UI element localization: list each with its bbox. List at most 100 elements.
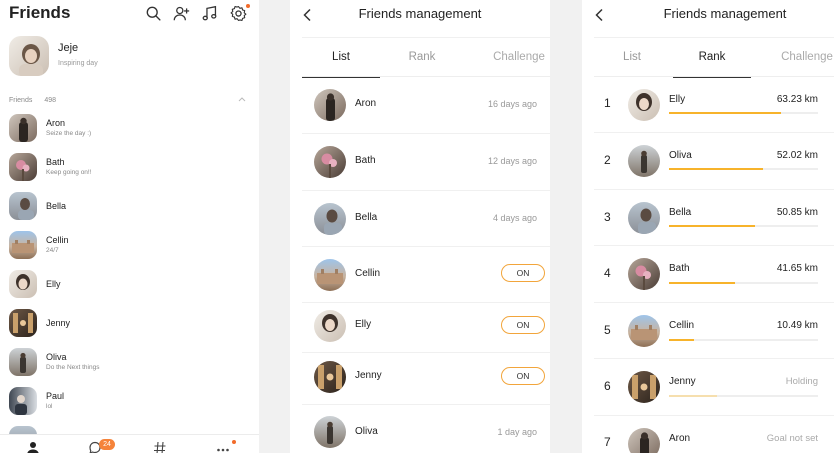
avatar bbox=[9, 426, 37, 434]
back-icon[interactable] bbox=[302, 8, 312, 22]
chat-badge: 24 bbox=[99, 439, 115, 450]
back-icon[interactable] bbox=[594, 8, 604, 22]
avatar bbox=[314, 259, 346, 291]
list-row-bath[interactable]: Bath 12 days ago bbox=[302, 134, 550, 191]
tab-list[interactable]: List bbox=[594, 38, 670, 78]
rank-row[interactable]: 6 Jenny Holding bbox=[594, 359, 834, 416]
avatar bbox=[628, 315, 660, 347]
management-header: Friends management bbox=[582, 0, 834, 30]
friend-row-oliva[interactable]: Oliva Do the Next things bbox=[9, 348, 249, 378]
progress-bar bbox=[669, 112, 818, 114]
rank-row[interactable]: 3 Bella 50.85 km bbox=[594, 190, 834, 246]
distance: 10.49 km bbox=[776, 320, 818, 331]
distance: 50.85 km bbox=[776, 207, 818, 218]
friend-status: Do the Next things bbox=[46, 364, 100, 371]
friend-name: Bath bbox=[355, 155, 376, 166]
tab-rank[interactable]: Rank bbox=[673, 38, 751, 78]
friends-management-rank-screen: Friends management List Rank Challenge 1… bbox=[582, 0, 834, 453]
settings-icon[interactable] bbox=[230, 5, 247, 22]
person-icon[interactable] bbox=[26, 441, 40, 453]
my-profile-row[interactable]: Jeje Inspiring day bbox=[9, 36, 249, 76]
segment-tabs: List Rank Challenge bbox=[594, 37, 834, 78]
page-title: Friends bbox=[9, 3, 71, 22]
list-row-bella[interactable]: Bella 4 days ago bbox=[302, 191, 550, 247]
friend-name: Jenny bbox=[355, 370, 382, 381]
friend-name: Bath bbox=[669, 263, 690, 274]
section-label: Friends bbox=[9, 97, 33, 104]
friend-row-paul[interactable]: Paul lol bbox=[9, 387, 249, 417]
chevron-up-icon[interactable] bbox=[238, 96, 246, 102]
progress-fill bbox=[669, 339, 695, 341]
search-icon[interactable] bbox=[145, 5, 162, 22]
avatar bbox=[9, 387, 37, 415]
rank-row[interactable]: 5 Cellin 10.49 km bbox=[594, 303, 834, 359]
friends-management-list-screen: Friends management List Rank Challenge A… bbox=[290, 0, 550, 453]
avatar bbox=[628, 89, 660, 121]
friend-name: Elly bbox=[669, 94, 686, 105]
hashtag-icon[interactable] bbox=[153, 441, 167, 453]
friend-name: Cellin bbox=[355, 268, 381, 279]
friend-status: Seize the day :) bbox=[46, 130, 92, 137]
notification-dot bbox=[246, 4, 250, 8]
friend-row-cellin[interactable]: Cellin 24/7 bbox=[9, 231, 249, 261]
friend-name: Paul bbox=[46, 391, 65, 401]
friend-row-elly[interactable]: Elly bbox=[9, 270, 249, 300]
friend-row-partial[interactable] bbox=[9, 426, 249, 434]
friend-name: Bella bbox=[46, 201, 67, 211]
friend-name: Aron bbox=[46, 118, 66, 128]
tab-rank[interactable]: Rank bbox=[380, 38, 464, 78]
rank-row[interactable]: 2 Oliva 52.02 km bbox=[594, 133, 834, 190]
friend-name: Jenny bbox=[46, 318, 71, 328]
progress-fill bbox=[669, 225, 756, 227]
list-row-elly[interactable]: Elly ON bbox=[302, 303, 550, 353]
friend-status: Keep going on!! bbox=[46, 169, 92, 176]
friend-row-bath[interactable]: Bath Keep going on!! bbox=[9, 153, 249, 183]
sharing-toggle[interactable]: ON bbox=[501, 367, 545, 385]
avatar bbox=[9, 348, 37, 376]
list-row-jenny[interactable]: Jenny ON bbox=[302, 353, 550, 405]
distance: 41.65 km bbox=[776, 263, 818, 274]
friend-name: Cellin bbox=[46, 235, 69, 245]
my-status: Inspiring day bbox=[58, 60, 98, 67]
tab-challenge[interactable]: Challenge bbox=[464, 38, 550, 78]
friend-status: lol bbox=[46, 403, 53, 410]
rank-number: 2 bbox=[604, 153, 611, 167]
bottom-tab-bar bbox=[0, 434, 259, 453]
avatar bbox=[314, 203, 346, 235]
rank-row[interactable]: 1 Elly 63.23 km bbox=[594, 77, 834, 133]
friend-row-bella[interactable]: Bella bbox=[9, 192, 249, 222]
rank-row[interactable]: 4 Bath 41.65 km bbox=[594, 246, 834, 303]
avatar bbox=[314, 310, 346, 342]
list-row-cellin[interactable]: Cellin ON bbox=[302, 247, 550, 303]
more-icon[interactable] bbox=[216, 441, 230, 453]
distance: Holding bbox=[785, 376, 818, 387]
management-header: Friends management bbox=[290, 0, 550, 30]
add-friend-icon[interactable] bbox=[173, 5, 190, 22]
friend-name: Bella bbox=[669, 207, 692, 218]
progress-fill bbox=[669, 282, 735, 284]
sharing-toggle[interactable]: ON bbox=[501, 264, 545, 282]
avatar bbox=[628, 202, 660, 234]
avatar bbox=[628, 145, 660, 177]
friend-name: Elly bbox=[355, 319, 372, 330]
friend-row-jenny[interactable]: Jenny bbox=[9, 309, 249, 339]
tab-list[interactable]: List bbox=[302, 38, 380, 78]
rank-number: 4 bbox=[604, 266, 611, 280]
friend-name: Oliva bbox=[355, 426, 378, 437]
tab-challenge[interactable]: Challenge bbox=[755, 38, 834, 78]
progress-bar bbox=[669, 168, 818, 170]
rank-row[interactable]: 7 Aron Goal not set bbox=[594, 416, 834, 453]
friend-name: Oliva bbox=[669, 150, 692, 161]
list-row-aron[interactable]: Aron 16 days ago bbox=[302, 77, 550, 134]
rank-number: 5 bbox=[604, 323, 611, 337]
distance: 52.02 km bbox=[776, 150, 818, 161]
sharing-toggle[interactable]: ON bbox=[501, 316, 545, 334]
music-icon[interactable] bbox=[201, 5, 218, 22]
avatar bbox=[9, 36, 49, 76]
progress-fill bbox=[669, 395, 717, 397]
progress-fill bbox=[669, 168, 763, 170]
friend-row-aron[interactable]: Aron Seize the day :) bbox=[9, 114, 249, 144]
avatar bbox=[9, 309, 37, 337]
list-row-oliva[interactable]: Oliva 1 day ago bbox=[302, 405, 550, 453]
distance: 63.23 km bbox=[776, 94, 818, 105]
